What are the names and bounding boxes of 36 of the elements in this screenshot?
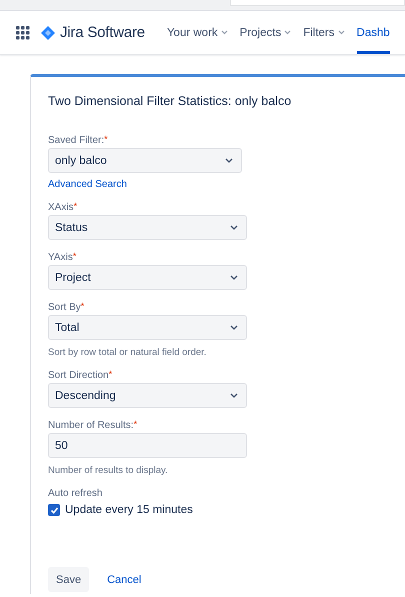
- chevron-down-icon: [230, 393, 238, 398]
- select-field[interactable]: Total: [48, 315, 247, 340]
- nav-tab[interactable]: Projects: [240, 11, 292, 54]
- gadget-title: Two Dimensional Filter Statistics: only balco: [48, 94, 292, 108]
- chevron-down-icon: [230, 325, 238, 330]
- field-label: Saved Filter:$^{*}$: [48, 135, 109, 146]
- select-field[interactable]: Project: [48, 265, 247, 290]
- field-label: Sort By$^{*}$: [48, 302, 86, 313]
- field-label: Auto refresh: [48, 488, 104, 499]
- caret-icon: [338, 30, 345, 35]
- select-field[interactable]: Status: [48, 215, 247, 240]
- field-label: Sort Direction$^{*}$: [48, 370, 114, 381]
- cancel-button[interactable]: Cancel: [97, 567, 152, 592]
- chevron-down-icon: [230, 225, 238, 230]
- nav-tab[interactable]: Dashb: [356, 11, 390, 54]
- nav-tab[interactable]: Your work: [166, 11, 228, 54]
- checkbox[interactable]: [48, 504, 60, 516]
- help-text: Number of results to display.: [48, 465, 169, 476]
- field-label: XAxis$^{*}$: [48, 202, 78, 213]
- chevron-down-icon: [230, 275, 238, 280]
- caret-icon: [284, 30, 292, 35]
- select-field[interactable]: only balco: [48, 148, 242, 173]
- app-switcher-icon[interactable]: [16, 26, 30, 40]
- chevron-down-icon: [225, 158, 233, 163]
- caret-icon: [220, 30, 228, 35]
- field-label: YAxis$^{*}$: [48, 252, 78, 263]
- checkbox-label: Update every 15 minutes: [65, 504, 193, 516]
- input-field[interactable]: 50: [48, 433, 247, 458]
- save-button[interactable]: Save: [48, 567, 90, 592]
- nav-tab[interactable]: Filters: [303, 11, 345, 54]
- advanced-search-link[interactable]: Advanced Search: [48, 179, 405, 190]
- field-label: Number of Results:$^{*}$: [48, 420, 138, 431]
- diamond-logo-icon: [41, 26, 55, 40]
- app-name[interactable]: Jira Software: [60, 24, 145, 41]
- help-text: Sort by row total or natural field order.: [48, 347, 208, 358]
- select-field[interactable]: Descending: [48, 383, 247, 408]
